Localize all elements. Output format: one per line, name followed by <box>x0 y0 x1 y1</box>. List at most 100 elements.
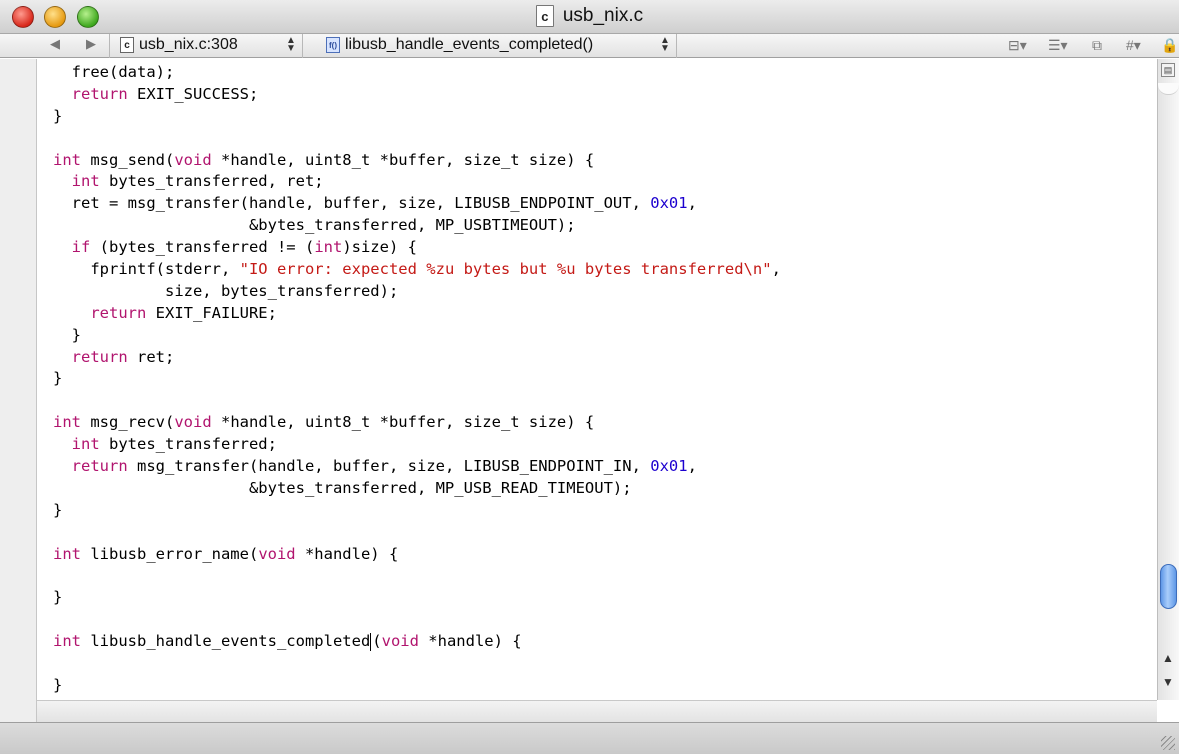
string-token: "IO error: expected %zu bytes but %u byt… <box>239 260 772 279</box>
scroll-down-arrow-icon[interactable]: ▼ <box>1162 675 1174 689</box>
lock-icon[interactable]: 🔒 <box>1161 37 1178 54</box>
keyword-token: int <box>53 544 81 563</box>
function-popup[interactable]: f() libusb_handle_events_completed() <box>326 36 593 54</box>
code-token: EXIT_SUCCESS; <box>127 84 259 103</box>
number-token: 0x01 <box>650 194 688 213</box>
code-line[interactable] <box>53 128 1153 150</box>
file-popup-label: usb_nix.c:308 <box>139 36 238 53</box>
code-line[interactable]: int bytes_transferred; <box>53 434 1153 456</box>
keyword-token: void <box>174 413 212 432</box>
code-token: } <box>53 675 63 694</box>
breakpoints-icon[interactable]: ☰▾ <box>1048 37 1068 54</box>
zoom-window-button[interactable] <box>77 6 99 28</box>
keyword-token: void <box>174 150 212 169</box>
code-line[interactable]: size, bytes_transferred); <box>53 281 1153 303</box>
updown-chevron-icon: ▲ ▼ <box>286 35 296 54</box>
code-token: bytes_transferred; <box>99 435 277 454</box>
code-token: } <box>53 106 63 125</box>
code-line[interactable]: int msg_send(void *handle, uint8_t *buff… <box>53 150 1153 172</box>
function-popup-label: libusb_handle_events_completed() <box>345 36 594 53</box>
keyword-token: if <box>71 238 91 257</box>
code-line[interactable]: return EXIT_SUCCESS; <box>53 84 1153 106</box>
keyword-token: int <box>53 413 81 432</box>
code-token: } <box>53 588 63 607</box>
function-icon: f() <box>326 37 340 53</box>
code-token: libusb_error_name( <box>81 544 259 563</box>
horizontal-scroll-area[interactable] <box>37 700 1157 722</box>
code-line[interactable] <box>53 522 1153 544</box>
code-line[interactable]: int libusb_handle_events_completed (void … <box>53 631 1153 653</box>
forward-arrow-icon[interactable]: ▶ <box>86 36 96 52</box>
code-line[interactable]: int libusb_error_name(void *handle) { <box>53 544 1153 566</box>
keyword-token: return <box>71 457 128 476</box>
code-line[interactable] <box>53 565 1153 587</box>
back-arrow-icon[interactable]: ◀ <box>50 36 60 52</box>
keyword-token: int <box>53 150 81 169</box>
c-file-icon: c <box>120 37 134 53</box>
minimize-window-button[interactable] <box>44 6 66 28</box>
keyword-token: int <box>71 435 100 454</box>
code-token: &bytes_transferred, MP_USBTIMEOUT); <box>53 216 576 235</box>
code-line[interactable]: &bytes_transferred, MP_USBTIMEOUT); <box>53 215 1153 237</box>
updown-chevron-icon: ▲ ▼ <box>660 35 670 54</box>
navigation-bar: ◀ ▶ c usb_nix.c:308 ▲ ▼ f() libusb_handle… <box>0 34 1179 58</box>
code-token: msg_send( <box>81 150 175 169</box>
code-line[interactable]: int bytes_transferred, ret; <box>53 171 1153 193</box>
code-token: } <box>53 325 81 344</box>
code-token: (bytes_transferred != ( <box>90 238 315 257</box>
code-token: ( <box>372 632 382 651</box>
scroll-thumb[interactable] <box>1160 563 1177 609</box>
code-token: libusb_handle_events_completed <box>81 632 371 651</box>
code-token: EXIT_FAILURE; <box>146 303 277 322</box>
code-line[interactable]: int msg_recv(void *handle, uint8_t *buff… <box>53 412 1153 434</box>
code-token: size, bytes_transferred); <box>53 281 399 300</box>
bookmarks-icon[interactable]: ⊟▾ <box>1008 37 1027 54</box>
keyword-token: int <box>53 632 81 651</box>
keyword-token: return <box>71 84 128 103</box>
code-line[interactable]: return EXIT_FAILURE; <box>53 303 1153 325</box>
line-gutter[interactable] <box>0 59 37 722</box>
title-bar[interactable]: c usb_nix.c <box>0 0 1179 34</box>
code-line[interactable]: return msg_transfer(handle, buffer, size… <box>53 456 1153 478</box>
code-line[interactable] <box>53 653 1153 675</box>
code-line[interactable]: } <box>53 325 1153 347</box>
split-view-icon[interactable]: ▤ <box>1161 63 1175 77</box>
code-line[interactable]: &bytes_transferred, MP_USB_READ_TIMEOUT)… <box>53 478 1153 500</box>
resize-grip-icon[interactable] <box>1161 736 1175 750</box>
code-editor[interactable]: free(data); return EXIT_SUCCESS;} int msg… <box>53 62 1153 697</box>
window-title: usb_nix.c <box>562 5 644 26</box>
code-line[interactable]: } <box>53 500 1153 522</box>
close-window-button[interactable] <box>12 6 34 28</box>
code-line[interactable]: } <box>53 675 1153 697</box>
code-line[interactable]: return ret; <box>53 347 1153 369</box>
code-line[interactable] <box>53 390 1153 412</box>
number-token: 0x01 <box>650 457 688 476</box>
code-line[interactable]: free(data); <box>53 62 1153 84</box>
file-history-popup[interactable]: c usb_nix.c:308 <box>120 36 238 54</box>
code-token: fprintf(stderr, <box>53 260 240 279</box>
includes-icon[interactable]: #▾ <box>1126 37 1141 54</box>
code-token: ret = msg_transfer(handle, buffer, size,… <box>53 194 651 213</box>
code-line[interactable]: } <box>53 368 1153 390</box>
code-token: , <box>771 260 781 279</box>
code-token: *handle) { <box>295 544 399 563</box>
keyword-token: void <box>258 544 296 563</box>
code-line[interactable]: ret = msg_transfer(handle, buffer, size,… <box>53 193 1153 215</box>
scroll-up-arrow-icon[interactable]: ▲ <box>1162 651 1174 665</box>
code-token: )size) { <box>342 238 417 257</box>
vertical-scrollbar[interactable]: ▤ ▲ ▼ <box>1157 59 1179 700</box>
code-line[interactable]: } <box>53 587 1153 609</box>
code-token: &bytes_transferred, MP_USB_READ_TIMEOUT)… <box>53 478 632 497</box>
code-line[interactable]: fprintf(stderr, "IO error: expected %zu … <box>53 259 1153 281</box>
code-line[interactable] <box>53 609 1153 631</box>
code-token: } <box>53 369 63 388</box>
keyword-token: int <box>314 238 343 257</box>
code-line[interactable]: } <box>53 106 1153 128</box>
code-line[interactable]: if (bytes_transferred != (int)size) { <box>53 237 1153 259</box>
counterpart-icon[interactable]: ⧉ <box>1092 37 1102 54</box>
